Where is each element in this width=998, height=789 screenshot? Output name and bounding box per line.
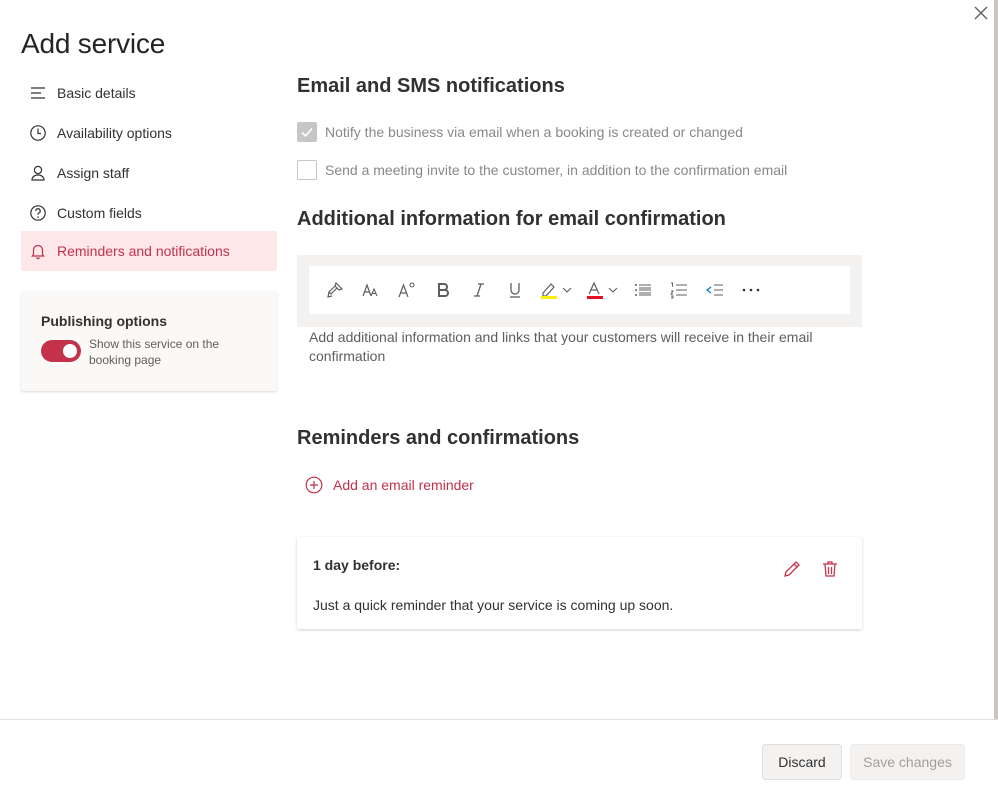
bold-icon <box>438 283 449 297</box>
superscript-icon <box>398 282 415 298</box>
trash-icon <box>823 561 837 577</box>
publishing-options-card: Publishing options Show this service on … <box>21 291 277 391</box>
format-painter-icon <box>327 281 344 298</box>
font-color-button[interactable] <box>579 274 625 306</box>
discard-button[interactable]: Discard <box>762 744 842 780</box>
email-confirmation-heading: Additional information for email confirm… <box>297 208 726 230</box>
editor-text-area[interactable]: Add additional information and links tha… <box>309 328 849 366</box>
meeting-invite-checkbox[interactable] <box>297 160 317 180</box>
bold-button[interactable] <box>425 274 461 306</box>
font-color-icon <box>587 281 618 299</box>
meeting-invite-row: Send a meeting invite to the customer, i… <box>297 160 787 180</box>
pencil-icon <box>784 561 800 577</box>
italic-icon <box>474 283 484 297</box>
bell-icon <box>29 242 47 260</box>
sidebar-item-label: Assign staff <box>57 165 130 181</box>
numbered-list-button[interactable] <box>661 274 697 306</box>
highlight-button[interactable] <box>533 274 579 306</box>
format-painter-button[interactable] <box>317 274 353 306</box>
underline-button[interactable] <box>497 274 533 306</box>
publish-toggle-label: Show this service on the booking page <box>89 337 220 367</box>
bullet-list-button[interactable] <box>625 274 661 306</box>
page-title: Add service <box>21 28 166 59</box>
reminder-card: 1 day before: Just a quick reminder that… <box>297 537 862 629</box>
sidebar-item-label: Basic details <box>57 85 136 101</box>
publishing-options-title: Publishing options <box>41 313 167 329</box>
footer-divider <box>0 719 998 720</box>
notify-business-label: Notify the business via email when a boo… <box>325 124 743 140</box>
sidebar-item-reminders-and-notifications[interactable]: Reminders and notifications <box>21 231 277 271</box>
numbered-list-icon <box>670 282 687 299</box>
bullet-list-icon <box>635 284 651 296</box>
reminder-text: Just a quick reminder that your service … <box>313 597 674 613</box>
notify-business-checkbox[interactable] <box>297 122 317 142</box>
editor-toolbar <box>309 266 850 314</box>
sidebar-item-label: Custom fields <box>57 205 142 221</box>
close-icon <box>974 6 988 20</box>
more-options-button[interactable] <box>733 274 769 306</box>
reminder-title: 1 day before: <box>313 557 401 573</box>
delete-reminder-button[interactable] <box>817 557 843 581</box>
highlight-icon <box>541 283 572 299</box>
underline-icon <box>510 283 520 298</box>
toggle-knob <box>63 344 77 358</box>
sidebar-item-custom-fields[interactable]: Custom fields <box>21 193 277 233</box>
edit-reminder-button[interactable] <box>779 557 805 581</box>
sidebar-item-availability-options[interactable]: Availability options <box>21 113 277 153</box>
clock-icon <box>29 124 47 142</box>
font-size-button[interactable] <box>353 274 389 306</box>
outdent-button[interactable] <box>697 274 733 306</box>
add-circle-icon <box>305 476 323 494</box>
more-icon <box>742 288 760 292</box>
checkmark-icon <box>301 127 313 138</box>
outdent-icon <box>706 284 723 296</box>
add-email-reminder-button[interactable]: Add an email reminder <box>305 476 474 494</box>
close-button[interactable] <box>970 2 992 24</box>
italic-button[interactable] <box>461 274 497 306</box>
sidebar-item-assign-staff[interactable]: Assign staff <box>21 153 277 193</box>
save-changes-button[interactable]: Save changes <box>850 744 965 780</box>
sidebar-item-basic-details[interactable]: Basic details <box>21 73 277 113</box>
rich-text-editor <box>297 255 862 327</box>
sidebar-item-label: Reminders and notifications <box>57 243 230 259</box>
meeting-invite-label: Send a meeting invite to the customer, i… <box>325 162 788 178</box>
person-icon <box>29 164 47 182</box>
sidebar-item-label: Availability options <box>57 125 172 141</box>
question-icon <box>29 204 47 222</box>
superscript-button[interactable] <box>389 274 425 306</box>
notifications-heading: Email and SMS notifications <box>297 75 565 97</box>
reminders-heading: Reminders and confirmations <box>297 427 580 449</box>
notify-business-row: Notify the business via email when a boo… <box>297 122 743 142</box>
font-size-icon <box>362 283 378 297</box>
scrollbar[interactable] <box>994 0 998 719</box>
add-email-reminder-label: Add an email reminder <box>333 477 474 493</box>
publish-toggle[interactable] <box>41 340 81 362</box>
list-icon <box>29 84 47 102</box>
